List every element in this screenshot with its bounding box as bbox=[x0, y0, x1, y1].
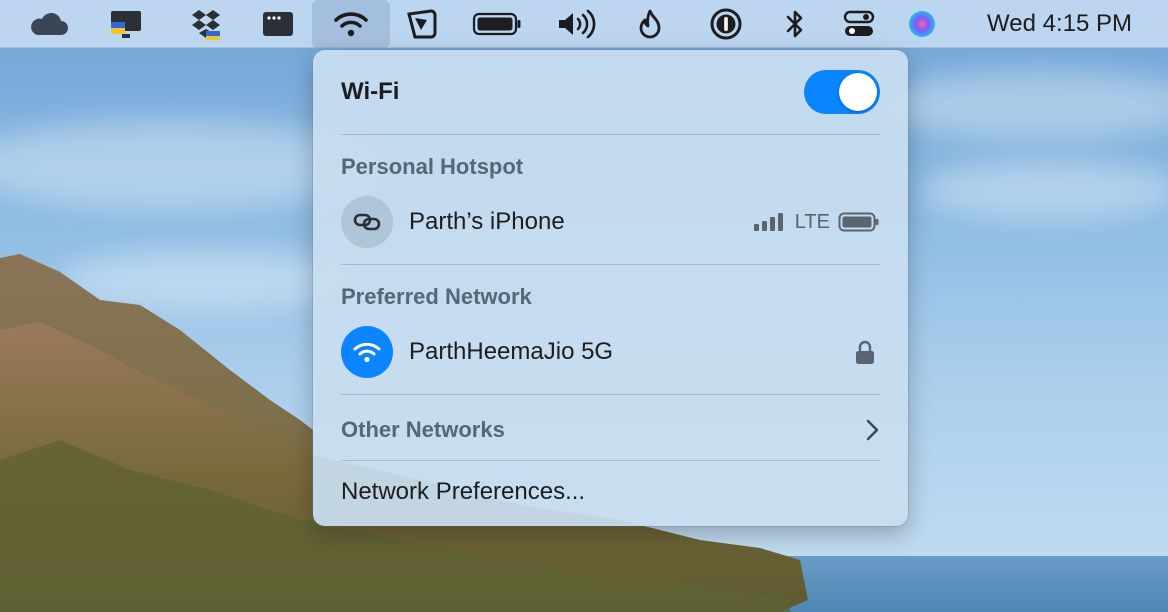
hotspot-battery-icon bbox=[838, 212, 879, 232]
bluetooth-icon[interactable] bbox=[780, 0, 810, 48]
wifi-toggle[interactable] bbox=[804, 70, 880, 114]
link-icon bbox=[341, 196, 393, 248]
onepassword-icon[interactable] bbox=[706, 0, 746, 48]
battery-icon[interactable] bbox=[470, 0, 524, 48]
display-icon[interactable] bbox=[104, 0, 148, 48]
preferred-network-heading: Preferred Network bbox=[341, 284, 532, 309]
control-center-icon[interactable] bbox=[840, 0, 878, 48]
wifi-menu-icon[interactable] bbox=[312, 0, 390, 48]
dropbox-icon[interactable] bbox=[186, 0, 226, 48]
preferred-network-row[interactable]: ParthHeemaJio 5G bbox=[341, 326, 880, 378]
preferred-network-ssid: ParthHeemaJio 5G bbox=[409, 338, 614, 365]
divider bbox=[341, 134, 880, 135]
other-networks-label: Other Networks bbox=[341, 417, 505, 442]
flame-icon[interactable] bbox=[632, 0, 668, 48]
personal-hotspot-heading: Personal Hotspot bbox=[341, 154, 524, 179]
hotspot-row[interactable]: Parth’s iPhone LTE bbox=[341, 196, 880, 248]
hotspot-device-name: Parth’s iPhone bbox=[409, 208, 565, 235]
wifi-panel-title: Wi-Fi bbox=[341, 78, 400, 105]
lock-icon bbox=[856, 340, 874, 364]
other-networks-row[interactable]: Other Networks bbox=[341, 412, 880, 448]
volume-icon[interactable] bbox=[554, 0, 598, 48]
siri-icon[interactable] bbox=[904, 0, 940, 48]
network-preferences-item[interactable]: Network Preferences... bbox=[341, 478, 585, 506]
wifi-dropdown-panel: Wi-Fi Personal Hotspot Parth’s iPhone LT… bbox=[313, 50, 908, 526]
cloud-icon[interactable] bbox=[24, 0, 72, 48]
window-icon[interactable] bbox=[258, 0, 298, 48]
wifi-icon bbox=[341, 326, 393, 378]
divider bbox=[341, 394, 880, 395]
app-icon[interactable] bbox=[402, 0, 442, 48]
menu-bar-clock[interactable]: Wed 4:15 PM bbox=[987, 0, 1132, 48]
network-type-label: LTE bbox=[794, 210, 830, 233]
menu-bar: Wed 4:15 PM bbox=[0, 0, 1168, 48]
divider bbox=[341, 460, 880, 461]
cellular-signal-icon bbox=[753, 213, 783, 231]
divider bbox=[341, 264, 880, 265]
hotspot-status: LTE bbox=[753, 196, 880, 248]
toggle-knob bbox=[839, 73, 877, 111]
chevron-right-icon bbox=[866, 419, 879, 441]
